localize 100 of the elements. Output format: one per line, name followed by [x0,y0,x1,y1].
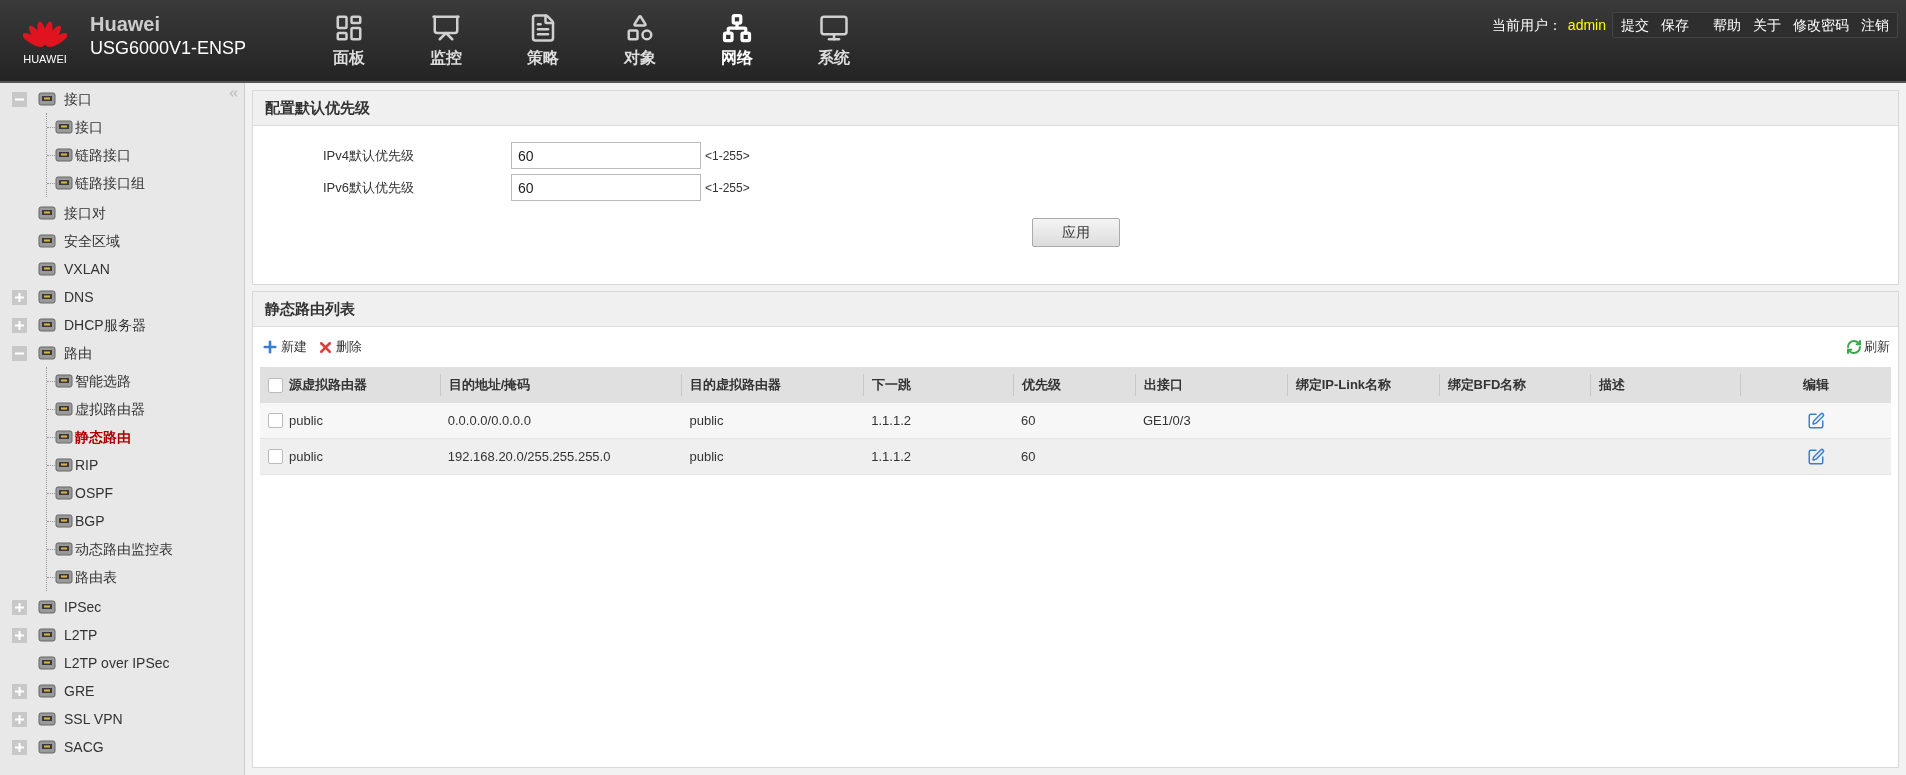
current-user-label: 当前用户： [1491,15,1562,35]
nav-tab[interactable]: 策略 [494,0,591,83]
plus-icon [15,686,24,696]
plus-icon [15,292,24,302]
nav-tree-item[interactable]: IPSec [64,596,102,618]
plus-icon [15,742,24,752]
checkbox[interactable] [268,377,283,393]
network-device-icon [38,654,56,672]
expand-toggle[interactable] [12,739,27,755]
plus-icon [15,630,24,640]
nav-tab[interactable]: 监控 [397,0,494,83]
nav-tree-item[interactable]: 虚拟路由器 [75,398,145,420]
new-button[interactable]: 新建 [261,337,307,357]
column-header: 优先级 [1022,376,1062,395]
table-row[interactable]: public 192.168.20.0/255.255.255.0 public 1.1.1.2 60 [260,439,1891,475]
nav-tree-item[interactable]: 安全区域 [64,230,120,252]
panel-title: 配置默认优先级 [265,97,370,118]
nav-tree-item[interactable]: BGP [75,510,105,532]
nav-tree-item[interactable]: 智能选路 [75,370,131,392]
column-header: 目的地址/掩码 [448,376,531,395]
expand-toggle[interactable] [12,711,27,727]
expand-toggle[interactable] [12,599,27,615]
nav-tab[interactable]: 系统 [785,0,882,83]
panel-title: 静态路由列表 [265,298,355,319]
table-cell-text: 1.1.1.2 [871,447,912,466]
network-device-icon [38,626,56,644]
refresh-button[interactable]: 刷新 [1846,337,1890,357]
nav-tree-item[interactable]: 路由表 [75,566,117,588]
range-hint: <1-255> [705,179,750,197]
header-link[interactable]: 注销 [1861,14,1889,36]
header-link[interactable]: 关于 [1753,14,1781,36]
nav-tree-item[interactable]: RIP [75,454,99,476]
brand-name: Huawei [90,12,162,36]
refresh-icon [1846,339,1862,355]
column-header: 下一跳 [872,376,912,395]
nav-tree-item[interactable]: 接口 [64,88,92,110]
nav-tree-item[interactable]: DNS [64,286,94,308]
nav-tree-item[interactable]: DHCP服务器 [64,314,146,336]
device-model: USG6000V1-ENSP [90,37,248,60]
nav-tree-item[interactable]: GRE [64,680,95,702]
checkbox[interactable] [268,449,283,464]
checkbox[interactable] [268,413,283,428]
network-device-icon [38,344,56,362]
nav-tree-item[interactable]: L2TP over IPSec [64,652,170,674]
field-label: IPv4默认优先级 [323,146,415,165]
nav-tree-item[interactable]: 链路接口 [75,144,131,166]
nav-tab[interactable]: 对象 [591,0,688,83]
header-link[interactable]: 帮助 [1713,14,1741,36]
nav-tree-item[interactable]: 接口对 [64,202,106,224]
nav-tree-item[interactable]: 接口 [75,116,103,138]
expand-toggle[interactable] [12,683,27,699]
field-label: IPv6默认优先级 [323,178,415,197]
nav-tree-item[interactable]: OSPF [75,482,114,504]
logo-text: HUAWEI [23,52,67,68]
edit-icon[interactable] [1806,411,1825,430]
collapse-toggle[interactable] [12,345,27,361]
nav-tree-item[interactable]: SACG [64,736,104,758]
table-cell-text: 192.168.20.0/255.255.255.0 [447,447,611,466]
nav-tab[interactable]: 面板 [300,0,397,83]
nav-tree-item[interactable]: VXLAN [64,258,110,280]
header-link[interactable]: 提交 [1621,14,1649,36]
input-field[interactable]: 60 [511,142,701,169]
collapse-sidebar-icon[interactable] [227,87,240,100]
table-cell-text: public [689,447,724,466]
network-device-icon [38,288,56,306]
range-hint: <1-255> [705,147,750,165]
expand-toggle[interactable] [12,289,27,305]
plus-icon [15,320,24,330]
header-link[interactable]: 保存 [1661,14,1689,36]
collapse-toggle[interactable] [12,91,27,107]
nav-tab[interactable]: 网络 [688,0,785,83]
username: admin [1567,15,1606,35]
delete-button[interactable]: 删除 [317,337,362,357]
expand-toggle[interactable] [12,317,27,333]
column-header: 描述 [1599,376,1626,395]
network-device-icon [38,738,56,756]
apply-button[interactable]: 应用 [1031,218,1120,247]
nav-icon [818,13,849,43]
table-cell-text: public [689,411,724,430]
nav-tree-item[interactable]: 静态路由 [75,426,131,448]
nav-tree-item[interactable]: 路由 [64,342,92,364]
column-header: 绑定BFD名称 [1447,376,1527,395]
expand-toggle[interactable] [12,627,27,643]
network-device-icon [38,232,56,250]
nav-tree-item[interactable]: 链路接口组 [75,172,145,194]
plus-icon [15,602,24,612]
table-cell-text: public [289,447,323,466]
table-cell-text: 60 [1021,447,1036,466]
input-field[interactable]: 60 [511,174,701,201]
nav-tree-item[interactable]: SSL VPN [64,708,123,730]
network-device-icon [38,682,56,700]
network-device-icon [38,260,56,278]
network-device-icon [38,204,56,222]
nav-tree-item[interactable]: L2TP [64,624,98,646]
nav-tree-item[interactable]: 动态路由监控表 [75,538,173,560]
header-link[interactable]: 修改密码 [1793,14,1849,36]
edit-icon[interactable] [1806,447,1825,466]
network-device-icon [38,90,56,108]
nav-icon [430,13,461,43]
table-row[interactable]: public 0.0.0.0/0.0.0.0 public 1.1.1.2 60 GE1/0/3 [260,403,1891,439]
